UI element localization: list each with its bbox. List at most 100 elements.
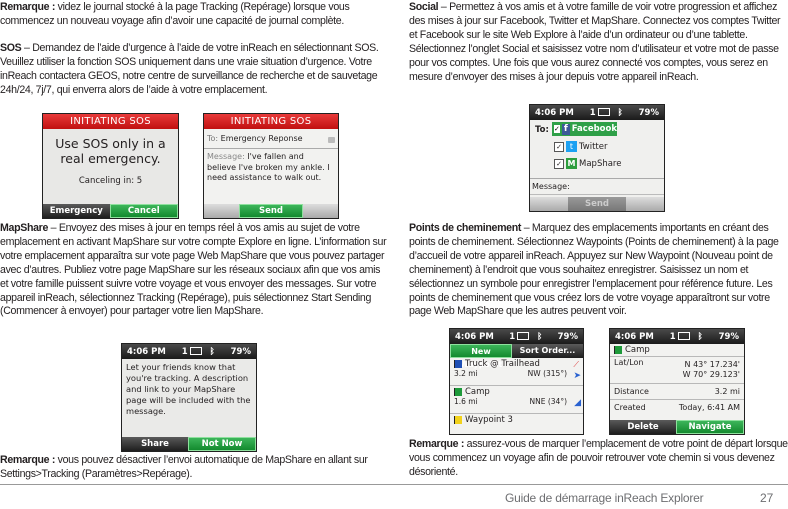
battery-level: 79% xyxy=(638,107,659,118)
recipient-facebook[interactable]: ✓ f Facebook xyxy=(552,122,617,136)
page-number: 27 xyxy=(760,491,774,505)
mapshare-prompt-screen: 4:06 PM 1 ᛒ 79% Let your friends know tha… xyxy=(121,343,257,452)
recipient-twitter[interactable]: ✓ t Twitter xyxy=(552,141,608,152)
envelope-icon xyxy=(677,332,690,340)
note-label: Remarque : xyxy=(0,454,56,466)
blue-flag-icon xyxy=(454,359,462,368)
to-label: To: xyxy=(207,134,219,143)
to-value: Emergency Reponse xyxy=(220,134,303,143)
recipient-name: MapShare xyxy=(579,158,622,169)
distance-value: 3.2 mi xyxy=(714,387,740,396)
social-heading: Social xyxy=(409,1,439,13)
checkbox-checked-icon[interactable]: ✓ xyxy=(554,141,564,152)
green-flag-icon xyxy=(614,345,622,354)
envelope-icon xyxy=(517,332,530,340)
field-label: Created xyxy=(614,403,646,412)
waypoint-bearing: NNE (34°) xyxy=(529,397,568,406)
status-time: 4:06 PM xyxy=(615,331,654,342)
status-time: 4:06 PM xyxy=(127,346,166,357)
not-now-button[interactable]: Not Now xyxy=(188,437,256,451)
battery-level: 79% xyxy=(557,331,578,342)
waypoint-list-item[interactable]: Waypoint 3 xyxy=(450,414,583,426)
green-flag-icon xyxy=(454,387,462,396)
waypoint-name: Camp xyxy=(625,345,650,355)
waypoint-list-screen: 4:06 PM 1 ᛒ 79% New Waypoint Sort Order..… xyxy=(449,328,584,435)
social-text: – Permettez à vos amis et à votre famill… xyxy=(409,1,781,83)
mapshare-section: MapShare – Envoyez des mises à jour en t… xyxy=(0,222,391,319)
latlon-row: Lat/Lon N 43° 17.234' W 70° 29.123' xyxy=(610,357,744,384)
direction-arrow-icon: ◢ xyxy=(574,398,581,408)
message-field[interactable]: Message: xyxy=(530,179,664,195)
checkbox-checked-icon[interactable]: ✓ xyxy=(554,125,560,133)
screen-title: INITIATING SOS xyxy=(204,114,338,129)
status-time: 4:06 PM xyxy=(535,107,574,118)
field-label: Lat/Lon xyxy=(614,358,644,367)
send-button[interactable]: Send xyxy=(568,197,626,211)
sos-countdown: Canceling in: 5 xyxy=(78,176,143,186)
new-waypoint-button[interactable]: New Waypoint xyxy=(450,344,512,369)
note-tracking-log: Remarque : videz le journal stocké à la … xyxy=(0,1,391,29)
note-text: assurez-vous de marquer l’emplacement de… xyxy=(409,438,788,478)
latitude-value: N 43° 17.234' xyxy=(684,360,740,369)
track-icon: ⟋ xyxy=(573,360,579,369)
footer-title: Guide de démarrage inReach Explorer xyxy=(505,491,704,505)
waypoint-toolbar: New Waypoint Sort Order... xyxy=(450,344,583,369)
to-field[interactable]: To: Emergency Reponse xyxy=(204,129,338,149)
waypoint-name: Camp xyxy=(465,387,490,397)
message-label: Message: xyxy=(207,152,245,161)
send-button[interactable]: Send xyxy=(239,204,303,218)
envelope-icon xyxy=(189,347,202,355)
emergency-button[interactable]: Emergency xyxy=(43,204,110,218)
waypoint-list-item[interactable]: Truck @ Trailhead 3.2 mi NW (315°) ⟋ ➤ xyxy=(450,358,583,386)
facebook-icon: f xyxy=(561,123,570,135)
checkbox-checked-icon[interactable]: ✓ xyxy=(554,158,564,169)
waypoint-bearing: NW (315°) xyxy=(527,369,567,378)
battery-level: 79% xyxy=(230,346,251,357)
waypoints-text: – Marquez des emplacements importants en… xyxy=(409,222,779,318)
message-field[interactable]: Message: I've fallen and believe I've br… xyxy=(204,149,338,187)
navigate-button[interactable]: Navigate xyxy=(676,420,744,434)
mapshare-heading: MapShare xyxy=(0,222,49,234)
status-bar: 4:06 PM 1 ᛒ 79% xyxy=(122,344,256,359)
waypoint-distance: 1.6 mi xyxy=(454,397,478,406)
field-label: Distance xyxy=(614,387,649,396)
delete-button[interactable]: Delete xyxy=(610,420,676,434)
lock-icon xyxy=(328,137,335,143)
message-count: 1 xyxy=(589,107,596,118)
sort-order-button[interactable]: Sort Order... xyxy=(512,344,583,358)
recipient-name: Facebook xyxy=(571,124,617,134)
recipient-name: Twitter xyxy=(579,141,608,152)
yellow-flag-icon xyxy=(454,415,462,424)
social-section: Social – Permettez à vos amis et à votre… xyxy=(409,1,788,84)
footer-divider xyxy=(0,484,788,485)
sos-warning-message: Use SOS only in a real emergency. xyxy=(55,136,166,166)
waypoint-name: Truck @ Trailhead xyxy=(465,359,540,369)
sos-countdown-screen: INITIATING SOS Use SOS only in a real em… xyxy=(42,113,179,219)
sos-heading: SOS xyxy=(0,42,22,54)
screen-title-text: INITIATING SOS xyxy=(230,116,312,127)
created-value: Today, 6:41 AM xyxy=(678,403,740,412)
bluetooth-icon: ᛒ xyxy=(209,346,215,357)
bluetooth-icon: ᛒ xyxy=(617,107,623,118)
message-count: 1 xyxy=(669,331,676,342)
longitude-value: W 70° 29.123' xyxy=(682,370,740,379)
battery-level: 79% xyxy=(718,331,739,342)
waypoint-list-item[interactable]: Camp 1.6 mi NNE (34°) ◢ xyxy=(450,386,583,414)
cancel-button[interactable]: Cancel xyxy=(109,204,178,218)
status-time: 4:06 PM xyxy=(455,331,494,342)
envelope-icon xyxy=(597,108,610,116)
sos-section: SOS – Demandez de l’aide d’urgence à l’a… xyxy=(0,42,391,98)
screen-title: INITIATING SOS xyxy=(43,114,178,129)
note-label: Remarque : xyxy=(409,438,465,450)
waypoint-name: Waypoint 3 xyxy=(465,415,513,425)
status-bar: 4:06 PM 1 ᛒ 79% xyxy=(450,329,583,344)
note-start-point: Remarque : assurez-vous de marquer l’emp… xyxy=(409,438,788,480)
social-post-screen: 4:06 PM 1 ᛒ 79% To: ✓ f Facebook ✓ t Twit… xyxy=(529,104,665,212)
waypoint-detail-screen: 4:06 PM 1 ᛒ 79% Camp Lat/Lon N 43° 17.234… xyxy=(609,328,745,435)
share-button[interactable]: Share xyxy=(122,437,188,451)
recipient-mapshare[interactable]: ✓ M MapShare xyxy=(552,158,621,169)
sos-message-screen: INITIATING SOS To: Emergency Reponse Mes… xyxy=(203,113,339,219)
mapshare-icon: M xyxy=(566,158,577,169)
waypoint-distance: 3.2 mi xyxy=(454,369,478,378)
note-text: vous pouvez désactiver l’envoi automatiq… xyxy=(0,454,368,480)
